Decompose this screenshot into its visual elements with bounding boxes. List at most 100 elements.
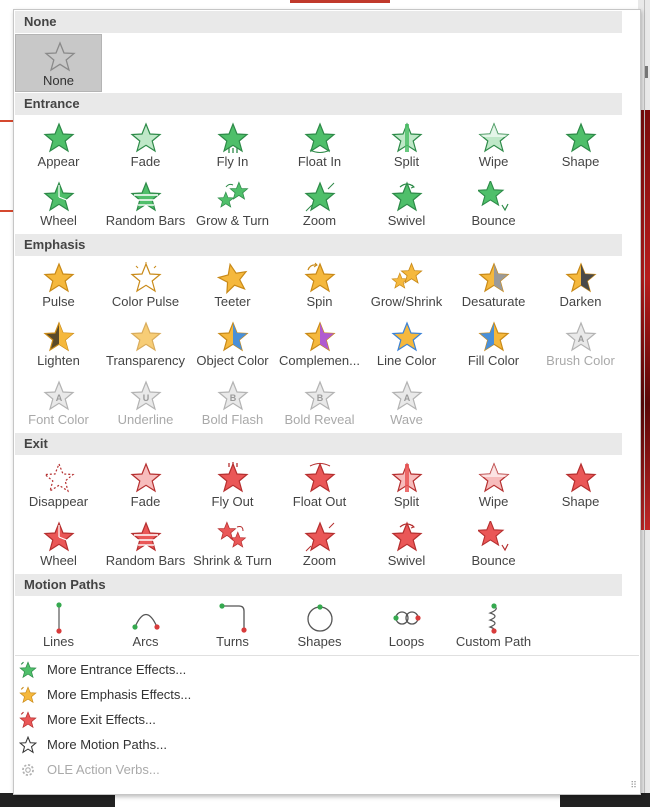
animation-gallery-panel: None Entrance Emphasis Exit Motion Paths… bbox=[13, 9, 641, 795]
tile-label: Fill Color bbox=[467, 353, 520, 368]
entrance-effect-grow-turn[interactable]: Grow & Turn bbox=[189, 175, 276, 233]
tile-label: Split bbox=[393, 494, 420, 509]
zoom-out-icon bbox=[304, 521, 336, 553]
tile-label: Zoom bbox=[302, 553, 337, 568]
tile-label: Bounce bbox=[471, 213, 516, 228]
resize-grip[interactable]: ⠿ bbox=[630, 780, 637, 791]
exit-effect-shrink-turn[interactable]: Shrink & Turn bbox=[189, 515, 276, 573]
loops-path-icon bbox=[391, 602, 423, 634]
exit-effect-split-out[interactable]: Split bbox=[363, 456, 450, 514]
entrance-effect-zoom[interactable]: Zoom bbox=[276, 175, 363, 233]
exit-effect-random-bars-out[interactable]: Random Bars bbox=[102, 515, 189, 573]
entrance-effect-fade[interactable]: Fade bbox=[102, 116, 189, 174]
background-slide-line bbox=[0, 120, 14, 122]
teeter-icon bbox=[216, 262, 249, 295]
tile-label: Bounce bbox=[471, 553, 516, 568]
emphasis-effect-grow-shrink[interactable]: Grow/Shrink bbox=[363, 256, 450, 314]
motion-path-loops-path[interactable]: Loops bbox=[363, 596, 450, 654]
svg-text:A: A bbox=[404, 393, 411, 403]
emphasis-effect-wave[interactable]: A Wave bbox=[363, 374, 450, 432]
float-in-icon bbox=[304, 122, 336, 154]
emphasis-effect-desaturate[interactable]: Desaturate bbox=[450, 256, 537, 314]
shrink-turn-icon bbox=[217, 521, 249, 553]
emphasis-effect-complementary-color[interactable]: Complemen... bbox=[276, 315, 363, 373]
emphasis-effect-pulse[interactable]: Pulse bbox=[15, 256, 102, 314]
exit-effect-shape-out[interactable]: Shape bbox=[537, 456, 624, 514]
custom-path-icon bbox=[478, 602, 510, 634]
lines-path-icon bbox=[43, 602, 75, 634]
motion-path-lines-path[interactable]: Lines bbox=[15, 596, 102, 654]
shape-icon bbox=[565, 122, 597, 154]
entrance-effect-wheel[interactable]: Wheel bbox=[15, 175, 102, 233]
emphasis-effect-teeter[interactable]: Teeter bbox=[189, 256, 276, 314]
exit-effect-fade-out[interactable]: Fade bbox=[102, 456, 189, 514]
emphasis-effect-brush-color[interactable]: A Brush Color bbox=[537, 315, 624, 373]
wipe-out-icon bbox=[478, 462, 510, 494]
split-out-icon bbox=[391, 462, 423, 494]
menu-item-more-emphasis-effects[interactable]: More Emphasis Effects... bbox=[15, 683, 575, 707]
exit-effect-bounce-out[interactable]: Bounce bbox=[450, 515, 537, 573]
exit-effect-zoom-out[interactable]: Zoom bbox=[276, 515, 363, 573]
entrance-effect-appear[interactable]: Appear bbox=[15, 116, 102, 174]
tile-label: Brush Color bbox=[546, 353, 615, 368]
tile-label: Wipe bbox=[478, 154, 509, 169]
motion-path-arcs-path[interactable]: Arcs bbox=[102, 596, 189, 654]
emphasis-effect-bold-flash[interactable]: B Bold Flash bbox=[189, 374, 276, 432]
entrance-effect-split[interactable]: Split bbox=[363, 116, 450, 174]
menu-item-label: More Motion Paths... bbox=[47, 737, 167, 752]
lighten-icon bbox=[43, 321, 75, 353]
object-color-icon bbox=[217, 321, 249, 353]
emphasis-effect-object-color[interactable]: Object Color bbox=[189, 315, 276, 373]
wheel-icon bbox=[43, 181, 75, 213]
menu-item-more-motion-paths[interactable]: More Motion Paths... bbox=[15, 733, 575, 757]
menu-item-ole-action-verbs: OLE Action Verbs... bbox=[15, 758, 575, 782]
emphasis-effect-color-pulse[interactable]: Color Pulse bbox=[102, 256, 189, 314]
entrance-effect-swivel[interactable]: Swivel bbox=[363, 175, 450, 233]
effect-tile-none[interactable]: None bbox=[15, 34, 102, 92]
emphasis-effect-lighten[interactable]: Lighten bbox=[15, 315, 102, 373]
emphasis-effect-line-color[interactable]: Line Color bbox=[363, 315, 450, 373]
svg-text:A: A bbox=[578, 334, 585, 344]
exit-effect-swivel-out[interactable]: Swivel bbox=[363, 515, 450, 573]
entrance-effect-bounce[interactable]: Bounce bbox=[450, 175, 537, 233]
entrance-effect-float-in[interactable]: Float In bbox=[276, 116, 363, 174]
darken-icon bbox=[565, 262, 597, 294]
entrance-effect-fly-in[interactable]: Fly In bbox=[189, 116, 276, 174]
motion-path-turns-path[interactable]: Turns bbox=[189, 596, 276, 654]
motion-path-shapes-path[interactable]: Shapes bbox=[276, 596, 363, 654]
arcs-path-icon bbox=[130, 602, 162, 634]
fade-icon bbox=[130, 122, 162, 154]
float-out-icon bbox=[304, 462, 336, 494]
exit-effect-disappear[interactable]: Disappear bbox=[15, 456, 102, 514]
tile-label: Bold Reveal bbox=[284, 412, 355, 427]
exit-effect-float-out[interactable]: Float Out bbox=[276, 456, 363, 514]
emphasis-effect-darken[interactable]: Darken bbox=[537, 256, 624, 314]
entrance-effect-shape[interactable]: Shape bbox=[537, 116, 624, 174]
emphasis-effect-underline[interactable]: U Underline bbox=[102, 374, 189, 432]
tile-label: Shapes bbox=[297, 634, 342, 649]
emphasis-effect-fill-color[interactable]: Fill Color bbox=[450, 315, 537, 373]
bounce-out-icon bbox=[476, 519, 510, 553]
random-bars-icon bbox=[130, 181, 162, 213]
menu-item-label: More Exit Effects... bbox=[47, 712, 156, 727]
tile-label: Disappear bbox=[28, 494, 89, 509]
emphasis-effect-transparency[interactable]: Transparency bbox=[102, 315, 189, 373]
emphasis-effect-font-color[interactable]: A Font Color bbox=[15, 374, 102, 432]
tile-label: Appear bbox=[37, 154, 80, 169]
menu-item-more-entrance-effects[interactable]: More Entrance Effects... bbox=[15, 658, 575, 682]
complementary-color-icon bbox=[304, 321, 336, 353]
menu-item-more-exit-effects[interactable]: More Exit Effects... bbox=[15, 708, 575, 732]
entrance-effect-random-bars[interactable]: Random Bars bbox=[102, 175, 189, 233]
exit-effect-wheel-out[interactable]: Wheel bbox=[15, 515, 102, 573]
exit-effect-fly-out[interactable]: Fly Out bbox=[189, 456, 276, 514]
svg-text:B: B bbox=[230, 393, 237, 403]
exit-effect-wipe-out[interactable]: Wipe bbox=[450, 456, 537, 514]
tile-label: Transparency bbox=[106, 353, 185, 368]
tile-label: None bbox=[42, 73, 75, 88]
entrance-effect-wipe[interactable]: Wipe bbox=[450, 116, 537, 174]
emphasis-effect-spin[interactable]: Spin bbox=[276, 256, 363, 314]
tile-label: Shrink & Turn bbox=[193, 553, 272, 568]
emphasis-effect-bold-reveal[interactable]: B Bold Reveal bbox=[276, 374, 363, 432]
motion-path-custom-path[interactable]: Custom Path bbox=[450, 596, 537, 654]
tile-label: Custom Path bbox=[455, 634, 532, 649]
